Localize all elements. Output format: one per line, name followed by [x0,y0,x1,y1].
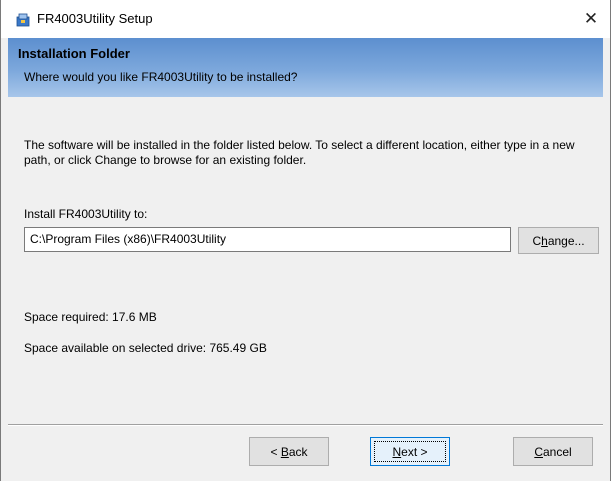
description-text: The software will be installed in the fo… [24,138,575,167]
back-button-label-start: < [270,444,281,459]
change-button[interactable]: Ch ange... [518,227,599,254]
title-bar[interactable]: FR4003Utility Setup ✕ [1,0,610,38]
space-available-text: Space available on selected drive: 765.4… [24,341,267,355]
install-path-field[interactable]: C:\Program Files (x86)\FR4003Utility [24,227,511,252]
change-button-accelerator: h [541,233,548,248]
window-title: FR4003Utility Setup [37,11,153,26]
banner-title: Installation Folder [18,46,130,61]
cancel-button[interactable]: Cancel [513,437,593,466]
next-button-focus-ring [374,441,446,462]
next-button[interactable]: Next > [370,437,450,466]
close-icon[interactable]: ✕ [572,0,610,38]
back-button-accelerator: B [280,444,289,459]
installer-package-icon [15,12,31,28]
install-location-label: Install FR4003Utility to: [24,207,148,221]
banner-subtitle: Where would you like FR4003Utility to be… [24,70,298,84]
header-banner: Installation Folder Where would you like… [8,38,603,97]
change-button-label-end: ange... [547,233,585,248]
change-button-label-start: C [532,233,542,248]
setup-window: FR4003Utility Setup ✕ Installation Folde… [0,0,611,482]
back-button[interactable]: < Back [249,437,329,466]
back-button-label-end: ack [288,444,308,459]
footer-divider [8,424,603,426]
cancel-button-label-end: ancel [542,444,572,459]
space-required-text: Space required: 17.6 MB [24,310,157,324]
cancel-button-accelerator: C [534,444,543,459]
